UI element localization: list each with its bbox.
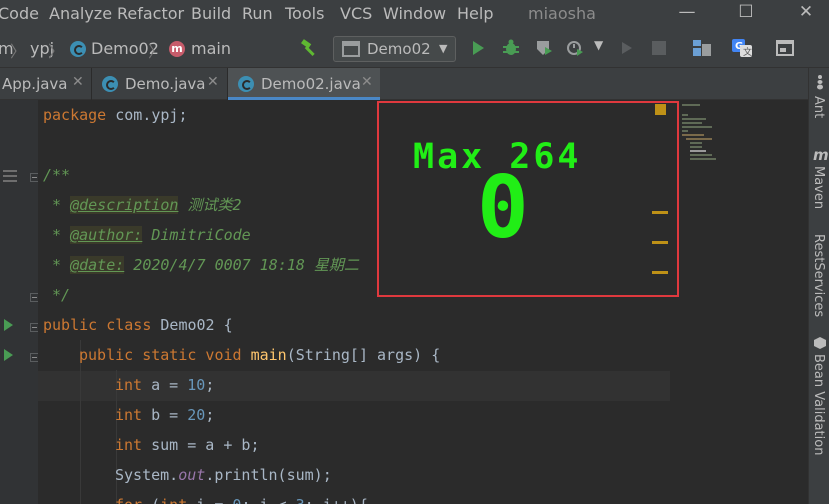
tab-label: Demo.java <box>125 75 206 93</box>
coverage-icon[interactable] <box>535 39 553 57</box>
code-line-6: * @date: 2020/4/7 0007 18:18 星期二 <box>43 256 359 274</box>
maximize-button[interactable]: ☐ <box>731 2 761 22</box>
code-line-7: */ <box>43 286 71 304</box>
method-icon: m <box>169 41 185 57</box>
code-line-9: public static void main(String[] args) { <box>79 346 441 364</box>
minimap-line <box>686 138 712 140</box>
game-overlay-panel[interactable]: Max 264 0 <box>377 101 679 297</box>
tool-window-bean-validation[interactable]: Bean Validation <box>811 354 826 455</box>
application-config-icon <box>342 41 360 57</box>
tab-label: App.java <box>2 75 68 93</box>
window-title: miaosha <box>528 4 596 23</box>
close-button[interactable]: ✕ <box>791 2 821 22</box>
code-line-13: System.out.println(sum); <box>115 466 332 484</box>
menu-window[interactable]: Window <box>383 4 446 23</box>
tab-label: Demo02.java <box>261 75 361 93</box>
minimap-line <box>682 134 704 136</box>
menu-run[interactable]: Run <box>242 4 273 23</box>
minimap-line <box>690 150 706 152</box>
tool-window-ant[interactable]: Ant <box>811 96 826 118</box>
profile-icon[interactable] <box>566 39 584 57</box>
tool-window-maven[interactable]: Maven <box>811 166 826 209</box>
code-line-11: int b = 20; <box>115 406 215 424</box>
tool-window-restservices[interactable]: RestServices <box>811 234 826 317</box>
close-icon[interactable]: ✕ <box>72 74 84 90</box>
class-icon <box>70 41 86 57</box>
minimap-line <box>682 118 706 120</box>
code-line-1: package com.ypj; <box>43 106 188 124</box>
minimap-line <box>690 158 716 160</box>
maven-icon: m <box>813 146 829 164</box>
minimap-line <box>682 104 700 106</box>
right-tool-strip: Ant m Maven RestServices Bean Validation <box>808 68 829 504</box>
debug-icon[interactable] <box>502 39 520 57</box>
tab-demo02-java[interactable]: Demo02.java ✕ <box>228 68 380 100</box>
menu-tools[interactable]: Tools <box>285 4 324 23</box>
project-structure-icon[interactable] <box>692 39 712 57</box>
run-gutter-icon[interactable] <box>4 349 13 361</box>
resume-icon[interactable] <box>620 41 634 55</box>
minimap-line <box>690 146 702 148</box>
bean-validation-icon <box>814 337 826 349</box>
stop-icon[interactable] <box>652 41 666 55</box>
breadcrumb-separator: 〉 <box>10 42 27 61</box>
menu-refactor[interactable]: Refactor <box>117 4 184 23</box>
structure-icon <box>3 170 17 182</box>
translate-icon[interactable]: G 文 <box>731 38 753 58</box>
class-icon <box>238 76 254 92</box>
breadcrumb-method[interactable]: main <box>191 39 231 58</box>
editor-gutter[interactable] <box>0 100 39 504</box>
minimap-line <box>690 154 712 156</box>
close-icon[interactable]: ✕ <box>361 74 373 90</box>
ant-icon <box>817 75 823 90</box>
close-icon[interactable]: ✕ <box>207 74 219 90</box>
run-gutter-icon[interactable] <box>4 319 13 331</box>
run-configuration-select[interactable]: Demo02 ▼ <box>333 36 456 62</box>
code-line-10: int a = 10; <box>115 376 215 394</box>
tab-demo-java[interactable]: Demo.java ✕ <box>92 68 227 100</box>
svg-text:文: 文 <box>743 46 752 58</box>
minimap-line <box>682 126 712 128</box>
menu-build[interactable]: Build <box>191 4 231 23</box>
chevron-down-icon: ▼ <box>439 42 448 55</box>
editor-tab-bar: App.java ✕ Demo.java ✕ Demo02.java ✕ <box>0 68 808 100</box>
menu-help[interactable]: Help <box>457 4 493 23</box>
tab-app-java[interactable]: App.java ✕ <box>0 68 91 100</box>
menu-bar: Code Analyze Refactor Build Run Tools VC… <box>0 0 829 28</box>
code-line-3: /** <box>43 166 71 184</box>
menu-vcs[interactable]: VCS <box>340 4 372 23</box>
breadcrumb-separator: 〉 <box>148 42 165 61</box>
code-line-8: public class Demo02 { <box>43 316 233 334</box>
code-line-14: for (int i = 0; i < 3; i++){ <box>115 490 368 504</box>
minimap-line <box>682 114 688 116</box>
minimap-line <box>690 142 702 144</box>
code-line-4: * @description 测试类2 <box>43 196 242 214</box>
game-current-score: 0 <box>477 158 529 258</box>
build-hammer-icon[interactable] <box>299 38 319 58</box>
run-icon[interactable] <box>470 40 486 56</box>
menu-code[interactable]: Code <box>0 4 39 23</box>
minimize-button[interactable]: — <box>672 2 702 22</box>
minimap-line <box>682 130 688 132</box>
breadcrumb-separator: 〉 <box>48 42 65 61</box>
code-line-5: * @author: DimitriCode <box>43 226 251 244</box>
terminal-icon[interactable] <box>776 40 794 56</box>
menu-analyze[interactable]: Analyze <box>49 4 112 23</box>
minimap-line <box>682 122 702 124</box>
chevron-down-icon[interactable]: ▼ <box>594 38 603 52</box>
run-configuration-label: Demo02 <box>367 40 431 58</box>
class-icon <box>102 76 118 92</box>
code-line-12: int sum = a + b; <box>115 436 260 454</box>
code-minimap[interactable] <box>680 100 808 170</box>
